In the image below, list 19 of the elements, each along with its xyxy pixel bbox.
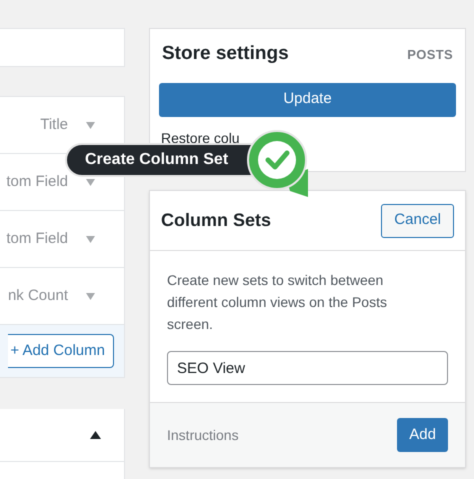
column-label: nk Count xyxy=(8,286,68,306)
column-label: tom Field xyxy=(6,172,68,192)
dropdown-icon[interactable] xyxy=(86,292,95,300)
restore-columns-link[interactable]: Restore colu xyxy=(161,130,240,146)
column-label: tom Field xyxy=(6,229,68,250)
collapse-icon[interactable] xyxy=(90,431,101,440)
description-text: Create new sets to switch between different column views on the Posts screen. xyxy=(167,271,388,334)
add-column-button[interactable]: + Add Column xyxy=(8,334,114,368)
post-type-label: POSTS xyxy=(407,46,453,64)
card-title: Store settings xyxy=(162,42,289,66)
update-button[interactable]: Update xyxy=(159,82,456,116)
cancel-button[interactable]: Cancel xyxy=(381,204,454,238)
add-button[interactable]: Add xyxy=(397,418,448,452)
dropdown-icon[interactable] xyxy=(86,122,95,129)
column-label: Title xyxy=(40,115,68,136)
set-name-field[interactable]: SEO View xyxy=(167,351,448,385)
dropdown-icon[interactable] xyxy=(86,236,95,243)
instructions-link[interactable]: Instructions xyxy=(167,424,239,446)
card-title: Column Sets xyxy=(161,209,272,232)
